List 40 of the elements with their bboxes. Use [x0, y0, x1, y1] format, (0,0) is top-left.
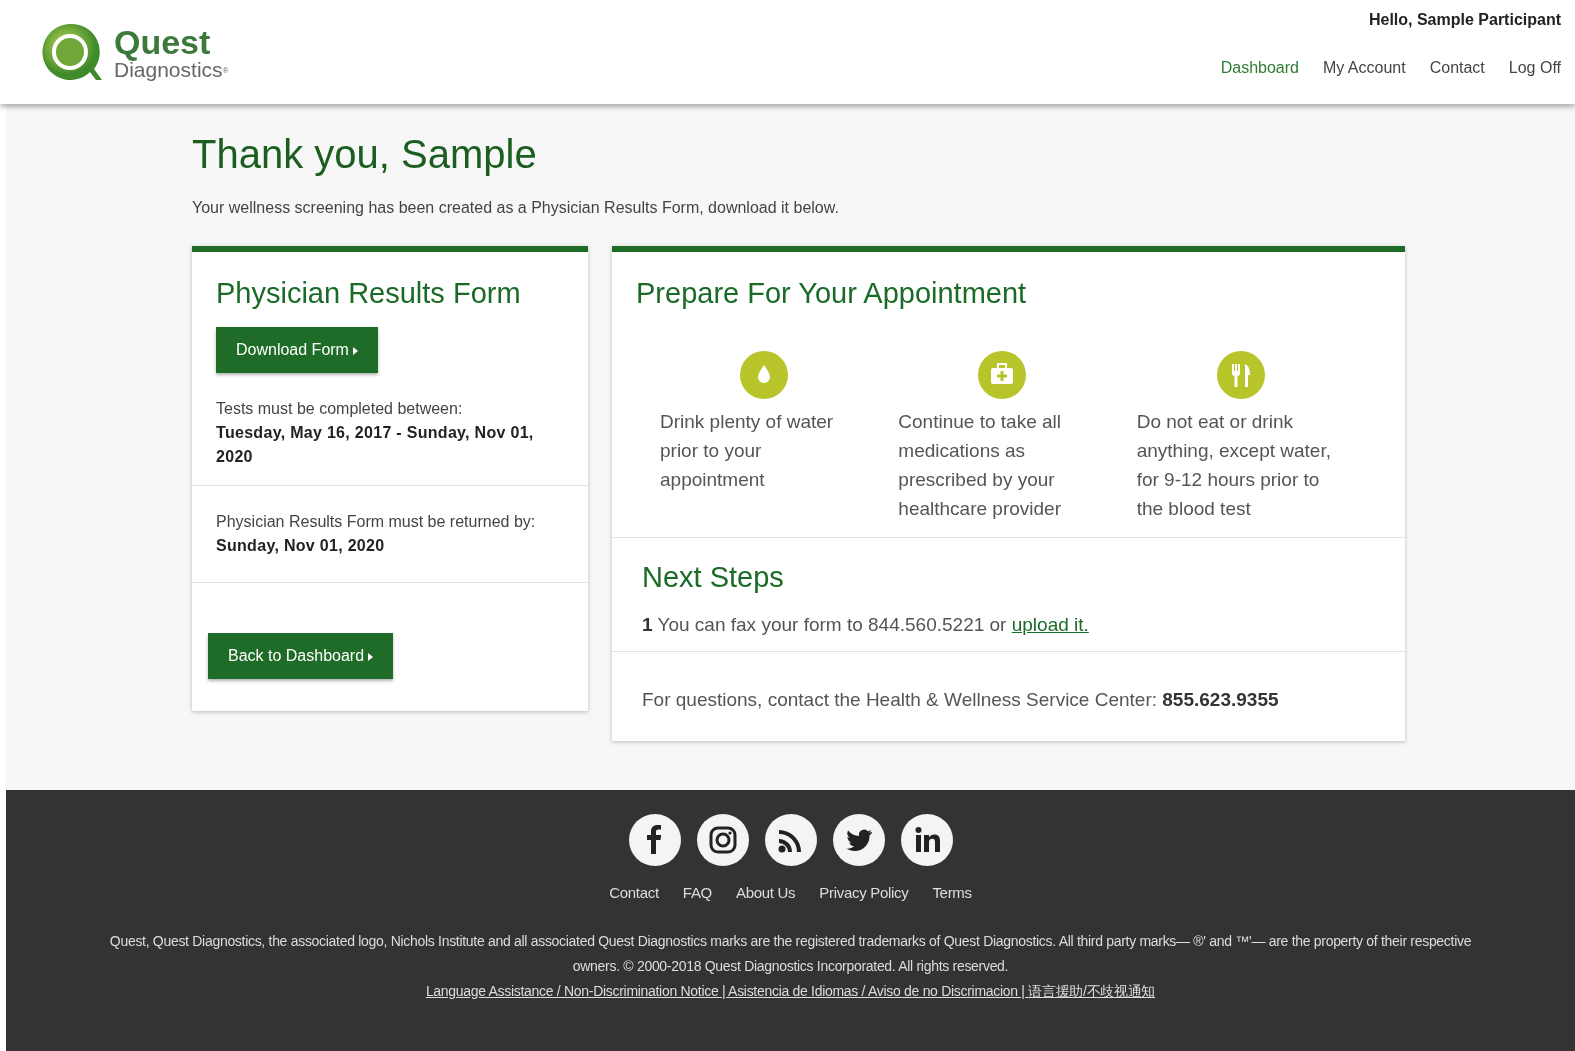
logo-text[interactable]: Quest [114, 24, 229, 59]
card-title: Physician Results Form [216, 276, 522, 311]
caret-icon [352, 346, 358, 355]
fork-knife-icon [1216, 350, 1265, 399]
tip-text: Do not eat or drink anything, except water, for 9-12 hours prior to the blood test [1136, 409, 1332, 521]
rss-icon[interactable] [764, 814, 817, 866]
intro-text: Your wellness screening has been created as a Physician Results Form, download it below. [192, 198, 840, 218]
bird-icon[interactable] [832, 814, 885, 866]
upload-link[interactable]: upload it. [1011, 613, 1089, 635]
questions-text: For questions, contact the Health & Wellness Service Center: 855.623.9355 [612, 651, 1405, 741]
first-aid-kit-icon [978, 350, 1027, 399]
page-title: Thank you, Sample [192, 131, 538, 178]
nav-link-item[interactable]: Log Off [1508, 56, 1561, 80]
step-text: 1 You can fax your form to 844.560.5221 or upload it. [642, 612, 1090, 637]
language-link[interactable]: Language Assistance / Non-Discrimination Notice | Asistencia de Idiomas / Aviso de no Discrimacion | 语言援助/不歧视通知 [425, 982, 1156, 999]
return-label: Physician Results Form must be returned by: [216, 511, 536, 532]
nav-link-item[interactable]: My Account [1322, 56, 1406, 80]
water-drop-icon [740, 350, 788, 399]
section-title: Next Steps [642, 559, 785, 595]
footer-link[interactable]: Contact [609, 882, 659, 905]
tests-dates: Tuesday, May 16, 2017 - Sunday, Nov 01, 2020 [216, 422, 535, 467]
nav-link-item[interactable]: Contact [1429, 56, 1485, 80]
instagram-icon[interactable] [696, 814, 749, 866]
legal-text: Quest, Quest Diagnostics, the associated logo, Nichols Institute and all associated Quest Diagnostics marks are the registered trademarks of Quest Diagnostics. All third party marks— ®' and ™'— are the property of their respective owners. © 2000-2018 Quest Diagnostics Incorporated. All rights reserved. [108, 931, 1473, 976]
footer-link[interactable]: About Us [735, 882, 796, 905]
nav-link-item[interactable]: Dashboard [1220, 56, 1299, 80]
footer-link[interactable]: Privacy Policy [819, 882, 909, 905]
back-button[interactable]: Back to Dashboard [208, 632, 394, 679]
tip-text: Continue to take all medications as prescribed by your healthcare provider [898, 409, 1062, 521]
greeting: Hello, Sample Participant [1368, 10, 1561, 30]
card-title: Prepare For Your Appointment [636, 276, 1028, 311]
footer-link[interactable]: Terms [932, 882, 972, 905]
return-date: Sunday, Nov 01, 2020 [216, 535, 386, 556]
tests-label: Tests must be completed between: [216, 398, 464, 419]
caret-icon [368, 652, 374, 661]
tip-text: Drink plenty of water prior to your appointment [660, 409, 835, 492]
facebook-icon[interactable] [628, 814, 681, 866]
download-button[interactable]: Download Form [216, 326, 378, 373]
linkedin-icon[interactable] [900, 814, 953, 866]
footer-link[interactable]: FAQ [682, 882, 712, 905]
